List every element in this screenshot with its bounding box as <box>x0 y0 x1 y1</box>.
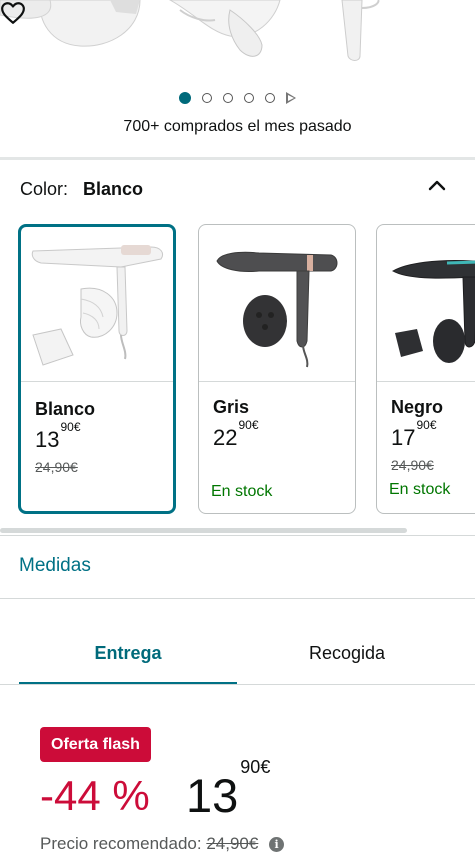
flash-deal-badge: Oferta flash <box>40 727 151 762</box>
variant-old-price: 24,90€ <box>391 457 434 473</box>
variant-stock: En stock <box>389 481 451 498</box>
variants-scrollbar[interactable] <box>0 528 407 533</box>
heart-icon[interactable] <box>0 0 26 26</box>
play-icon[interactable] <box>286 92 296 104</box>
carousel-dot[interactable] <box>223 93 233 103</box>
variant-image <box>199 225 355 382</box>
deal-price: 1390€ <box>186 757 271 822</box>
recommended-price: Precio recomendado: 24,90€ i <box>40 834 285 854</box>
carousel-dot[interactable] <box>244 93 254 103</box>
section-divider <box>0 535 475 536</box>
variant-card-blanco[interactable]: Blanco 1390€ 24,90€ <box>18 224 176 514</box>
delivery-tabs: Entrega Recogida <box>0 630 475 686</box>
variant-name: Gris <box>213 397 250 417</box>
selected-color: Blanco <box>83 179 144 199</box>
chevron-up-icon[interactable] <box>427 178 447 192</box>
medidas-link[interactable]: Medidas <box>19 555 91 577</box>
carousel-indicators <box>0 88 475 108</box>
section-divider <box>0 598 475 599</box>
discount-percent: -44 % <box>40 772 150 819</box>
color-variants: Blanco 1390€ 24,90€ Gris 2290€ En stock <box>0 220 475 520</box>
carousel-dot[interactable] <box>265 93 275 103</box>
carousel-dot[interactable] <box>179 92 191 104</box>
recommended-price-value: 24,90€ <box>206 834 259 853</box>
variant-price: 2290€ <box>213 417 259 450</box>
tabs-divider <box>0 684 475 685</box>
variant-price: 1790€ <box>391 417 437 450</box>
variant-stock: En stock <box>211 483 273 500</box>
variant-old-price: 24,90€ <box>35 459 78 475</box>
variant-image <box>377 225 475 382</box>
tab-recogida[interactable]: Recogida <box>238 630 456 682</box>
purchase-count: 700+ comprados el mes pasado <box>123 118 352 135</box>
info-icon[interactable]: i <box>269 837 285 852</box>
carousel-dot[interactable] <box>202 93 212 103</box>
product-image-carousel[interactable] <box>0 0 475 70</box>
color-selector-header[interactable]: Color: Blanco <box>20 179 143 200</box>
color-label: Color: <box>20 179 69 199</box>
variant-card-gris[interactable]: Gris 2290€ En stock <box>198 224 356 514</box>
section-divider <box>0 157 475 160</box>
product-image <box>0 0 380 61</box>
variant-image <box>21 227 173 382</box>
variant-name: Negro <box>391 397 444 417</box>
variant-card-negro[interactable]: Negro 1790€ 24,90€ En stock <box>376 224 475 514</box>
tab-entrega[interactable]: Entrega <box>19 630 237 685</box>
variant-name: Blanco <box>35 399 96 419</box>
variant-price: 1390€ <box>35 419 81 452</box>
